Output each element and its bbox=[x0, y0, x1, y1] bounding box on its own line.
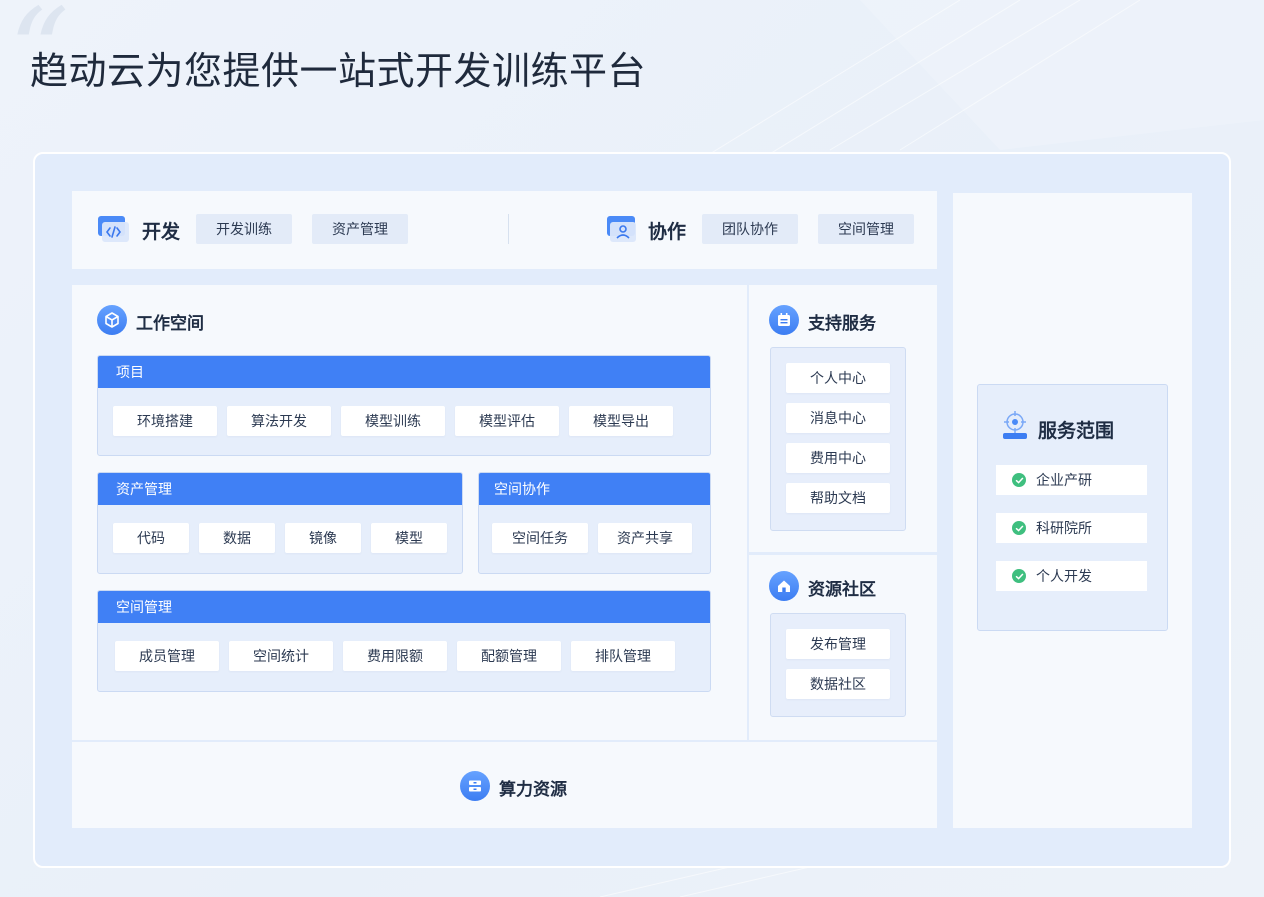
tile-billing-center[interactable]: 费用中心 bbox=[786, 443, 890, 473]
tile-personal-center[interactable]: 个人中心 bbox=[786, 363, 890, 393]
tile-model-training[interactable]: 模型训练 bbox=[341, 406, 445, 436]
chip-space-management[interactable]: 空间管理 bbox=[818, 214, 914, 244]
tile-data[interactable]: 数据 bbox=[199, 523, 275, 553]
chip-asset-management[interactable]: 资产管理 bbox=[312, 214, 408, 244]
tile-asset-share[interactable]: 资产共享 bbox=[598, 523, 692, 553]
chip-dev-training[interactable]: 开发训练 bbox=[196, 214, 292, 244]
scope-item-label: 企业产研 bbox=[1036, 473, 1092, 489]
scope-item-label: 个人开发 bbox=[1036, 569, 1092, 585]
cube-icon bbox=[97, 305, 127, 335]
check-icon bbox=[1012, 569, 1026, 583]
tile-model-export[interactable]: 模型导出 bbox=[569, 406, 673, 436]
tile-cost-limit[interactable]: 费用限额 bbox=[343, 641, 447, 671]
support-box: 个人中心 消息中心 费用中心 帮助文档 bbox=[770, 347, 906, 531]
check-icon bbox=[1012, 521, 1026, 535]
tile-algo-dev[interactable]: 算法开发 bbox=[227, 406, 331, 436]
group-project-header: 项目 bbox=[98, 356, 710, 388]
scope-item-personal[interactable]: 个人开发 bbox=[996, 561, 1147, 591]
server-icon bbox=[460, 771, 490, 801]
tile-image[interactable]: 镜像 bbox=[285, 523, 361, 553]
tile-env-setup[interactable]: 环境搭建 bbox=[113, 406, 217, 436]
collab-monitor-icon bbox=[606, 214, 638, 244]
home-icon bbox=[769, 571, 799, 601]
chip-team-collab[interactable]: 团队协作 bbox=[702, 214, 798, 244]
scope-item-research[interactable]: 科研院所 bbox=[996, 513, 1147, 543]
scope-item-enterprise[interactable]: 企业产研 bbox=[996, 465, 1147, 495]
group-project: 项目 环境搭建 算法开发 模型训练 模型评估 模型导出 bbox=[97, 355, 711, 456]
group-space-collab: 空间协作 空间任务 资产共享 bbox=[478, 472, 711, 574]
tile-member-mgmt[interactable]: 成员管理 bbox=[115, 641, 219, 671]
tile-model[interactable]: 模型 bbox=[371, 523, 447, 553]
community-title: 资源社区 bbox=[808, 580, 876, 600]
tile-message-center[interactable]: 消息中心 bbox=[786, 403, 890, 433]
top-bar-divider bbox=[508, 214, 509, 244]
tile-help-docs[interactable]: 帮助文档 bbox=[786, 483, 890, 513]
group-assets-header: 资产管理 bbox=[98, 473, 462, 505]
tile-code[interactable]: 代码 bbox=[113, 523, 189, 553]
support-title: 支持服务 bbox=[808, 314, 876, 334]
tile-data-community[interactable]: 数据社区 bbox=[786, 669, 890, 699]
tile-space-stats[interactable]: 空间统计 bbox=[229, 641, 333, 671]
check-icon bbox=[1012, 473, 1026, 487]
workspace-title: 工作空间 bbox=[136, 314, 204, 334]
calendar-icon bbox=[769, 305, 799, 335]
tile-queue-mgmt[interactable]: 排队管理 bbox=[571, 641, 675, 671]
tile-space-task[interactable]: 空间任务 bbox=[492, 523, 588, 553]
scope-item-label: 科研院所 bbox=[1036, 521, 1092, 537]
community-box: 发布管理 数据社区 bbox=[770, 613, 906, 717]
group-assets: 资产管理 代码 数据 镜像 模型 bbox=[97, 472, 463, 574]
scope-box: 服务范围 企业产研 科研院所 个人开发 bbox=[977, 384, 1168, 631]
dev-label: 开发 bbox=[142, 221, 181, 243]
code-monitor-icon bbox=[97, 214, 129, 244]
tile-publish-mgmt[interactable]: 发布管理 bbox=[786, 629, 890, 659]
tile-model-eval[interactable]: 模型评估 bbox=[455, 406, 559, 436]
page-title: 趋动云为您提供一站式开发训练平台 bbox=[30, 49, 647, 93]
tile-quota-mgmt[interactable]: 配额管理 bbox=[457, 641, 561, 671]
target-icon bbox=[1000, 409, 1030, 441]
scope-title: 服务范围 bbox=[1038, 420, 1115, 442]
group-space-mgmt-header: 空间管理 bbox=[98, 591, 710, 623]
group-space-mgmt: 空间管理 成员管理 空间统计 费用限额 配额管理 排队管理 bbox=[97, 590, 711, 692]
compute-title: 算力资源 bbox=[499, 780, 567, 800]
group-space-collab-header: 空间协作 bbox=[479, 473, 710, 505]
collab-label: 协作 bbox=[648, 221, 687, 243]
